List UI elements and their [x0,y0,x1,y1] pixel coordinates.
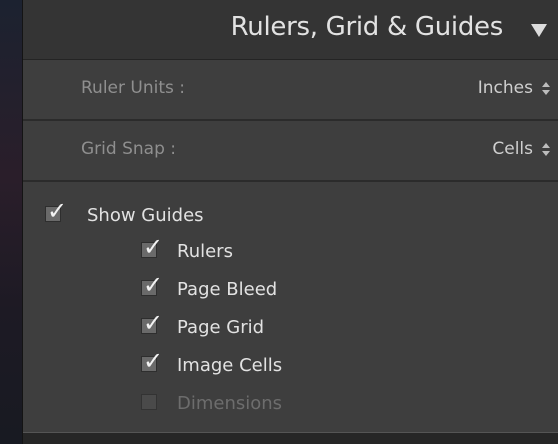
image-cells-checkbox[interactable]: ✓ [141,349,163,373]
page-grid-checkbox[interactable]: ✓ [141,311,163,335]
ruler-units-row: Ruler Units : Inches [23,60,558,121]
triangle-down-icon[interactable] [531,24,547,37]
rulers-checkbox[interactable]: ✓ [141,235,163,259]
show-guides-label: Show Guides [87,205,204,226]
panel-title: Rulers, Grid & Guides [230,12,504,42]
page-bleed-label: Page Bleed [177,279,278,300]
ruler-units-label: Ruler Units : [81,78,185,98]
dimensions-label: Dimensions [177,393,283,414]
background-strip [0,0,22,444]
panel-header[interactable]: Rulers, Grid & Guides [23,0,558,60]
page-bleed-checkbox[interactable]: ✓ [141,273,163,297]
checkmark-icon: ✓ [143,347,164,375]
rulers-label: Rulers [177,241,233,262]
checkmark-icon: ✓ [47,197,68,225]
grid-snap-row: Grid Snap : Cells [23,121,558,182]
show-guides-checkbox[interactable]: ✓ [45,199,67,223]
checkmark-icon: ✓ [143,271,164,299]
dimensions-checkbox[interactable] [141,394,157,410]
page-grid-label: Page Grid [177,317,265,338]
panel-bottom-edge [23,432,558,444]
grid-snap-label: Grid Snap : [81,139,176,159]
up-down-arrows-icon[interactable] [541,82,551,96]
rulers-grid-guides-panel: Rulers, Grid & Guides Ruler Units : Inch… [22,0,558,444]
guides-section: ✓ Show Guides ✓ Rulers ✓ Page Bleed ✓ Pa… [23,183,558,433]
ruler-units-select[interactable]: Inches [478,78,533,98]
grid-snap-select[interactable]: Cells [492,139,533,159]
checkmark-icon: ✓ [143,233,164,261]
up-down-arrows-icon[interactable] [541,143,551,157]
image-cells-label: Image Cells [177,355,283,376]
checkmark-icon: ✓ [143,309,164,337]
